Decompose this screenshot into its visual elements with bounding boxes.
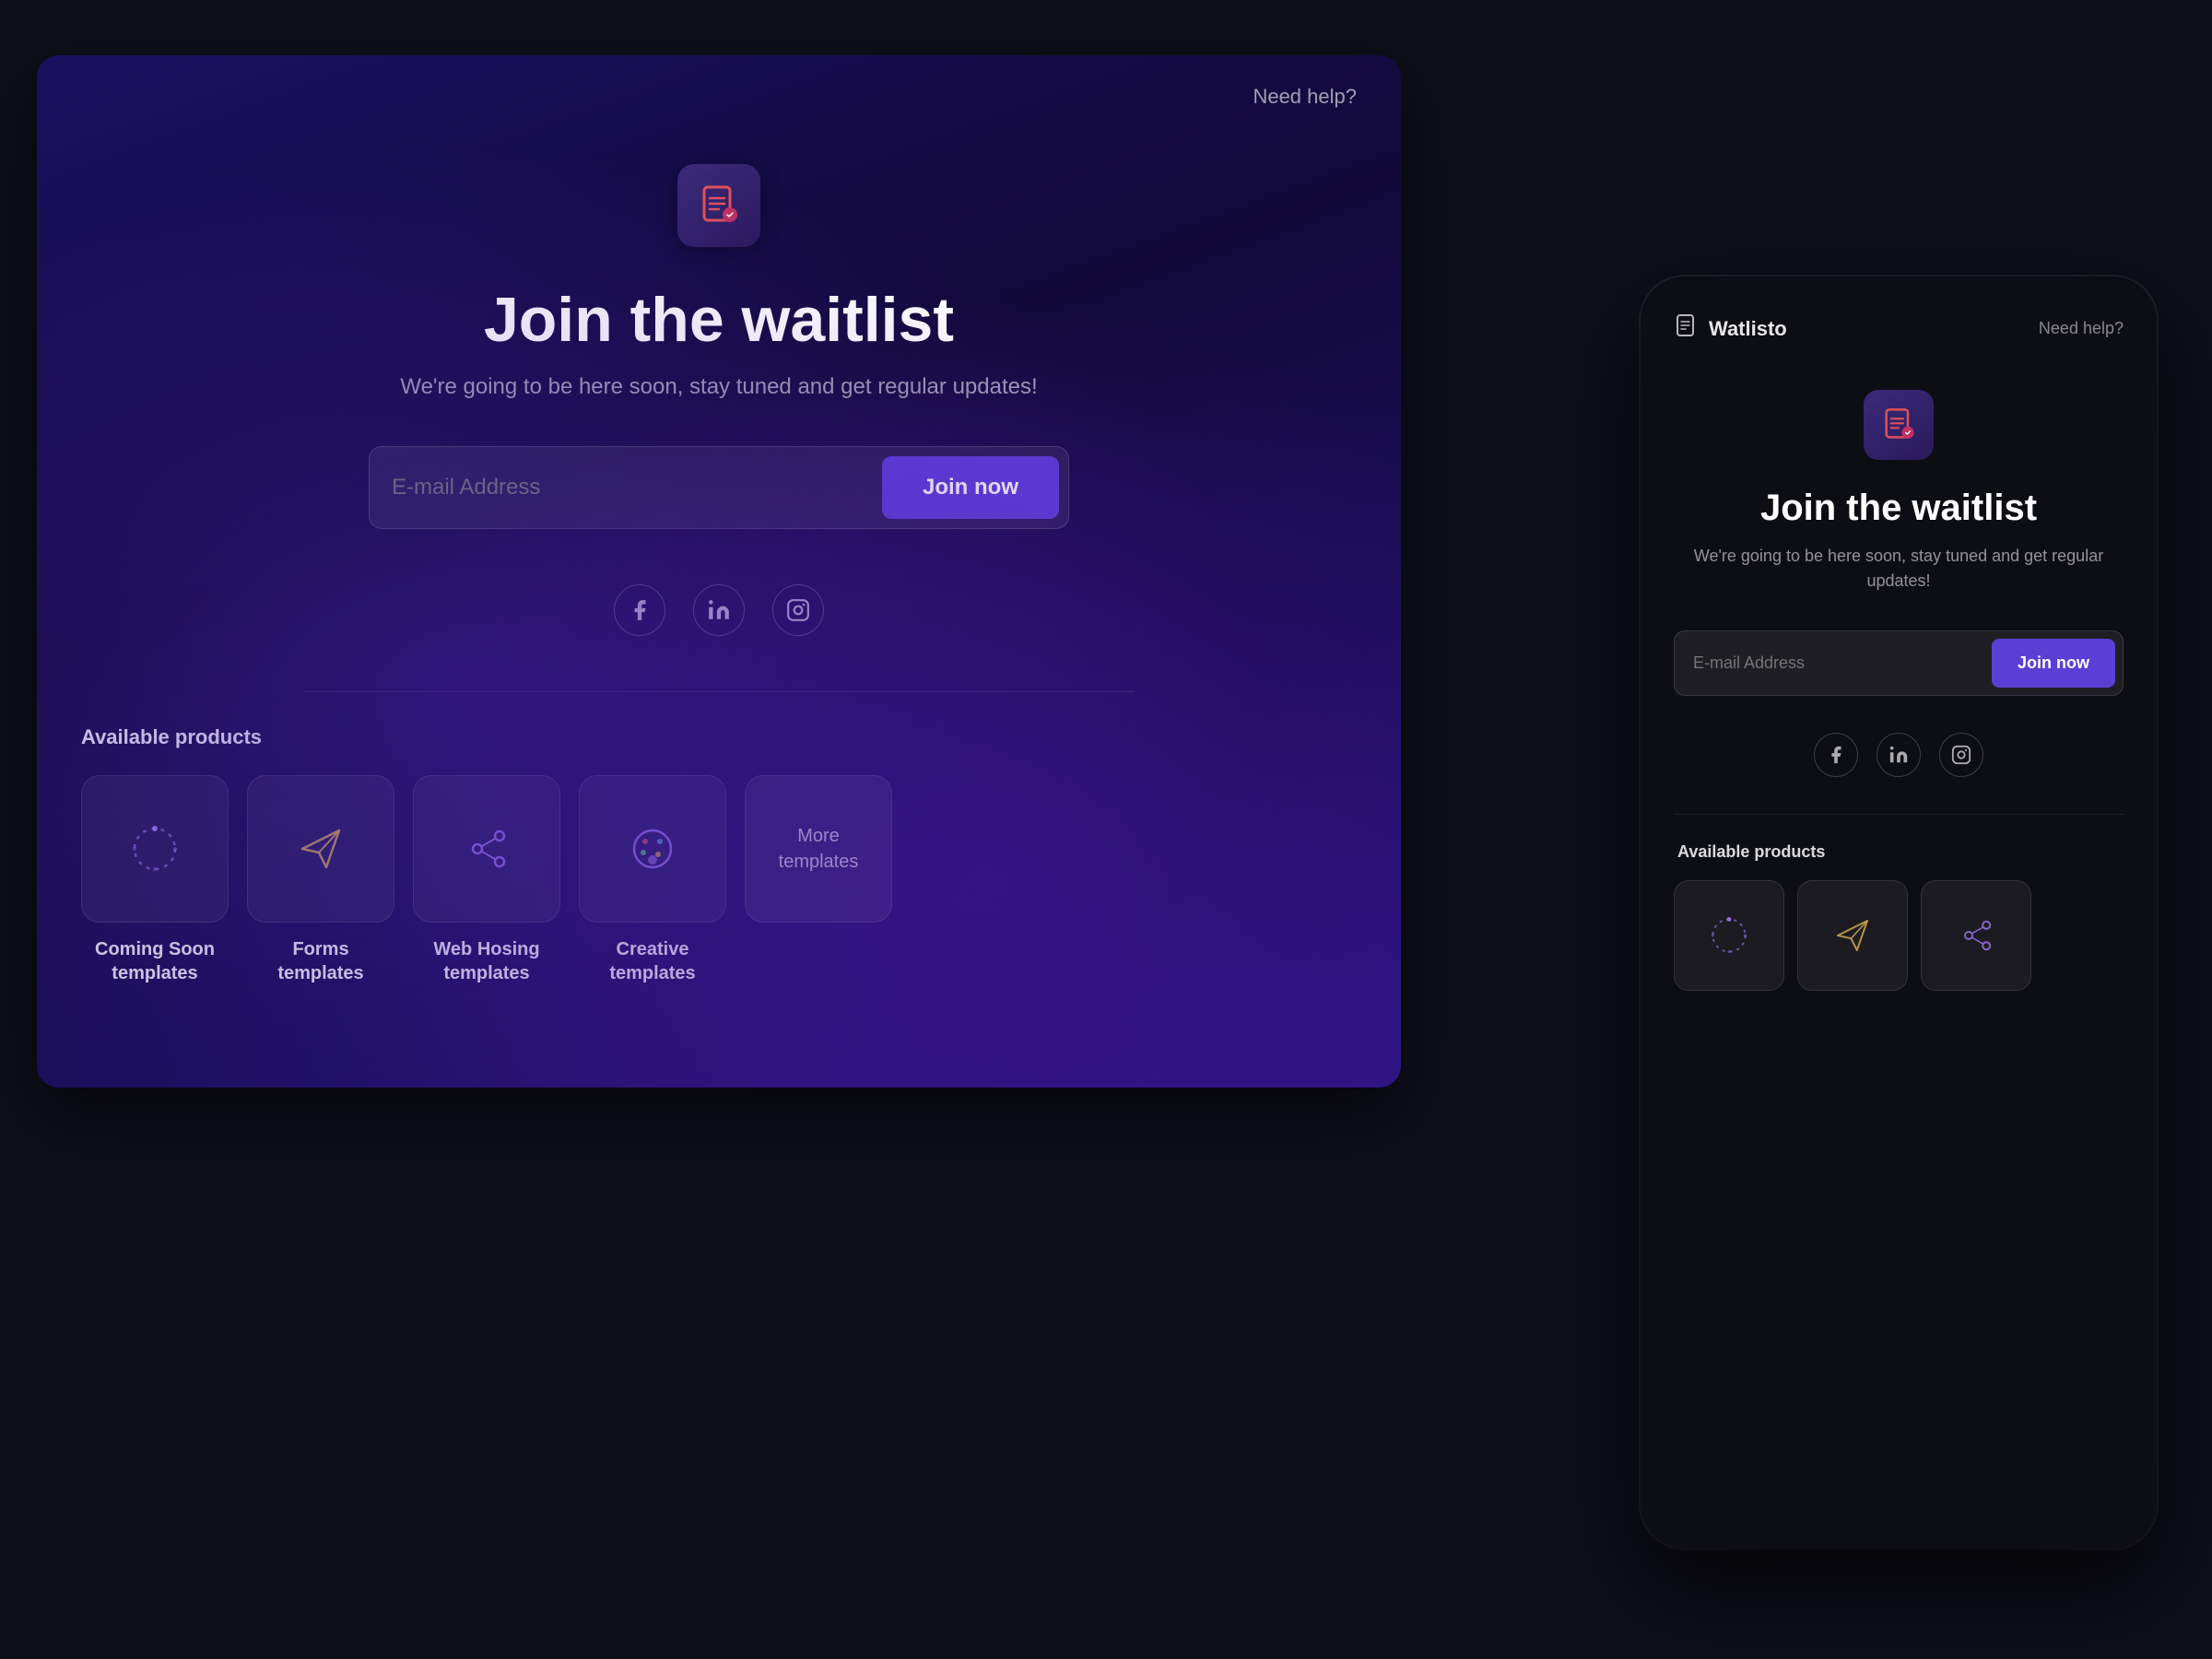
mobile-title: Join the waitlist <box>1760 488 2037 529</box>
instagram-icon <box>786 598 810 622</box>
mobile-email-input[interactable] <box>1693 653 1992 673</box>
mobile-send-icon <box>1830 913 1875 958</box>
mobile-app-logo-icon <box>1674 313 1700 339</box>
share-icon <box>459 821 514 877</box>
web-hosing-card[interactable] <box>413 775 560 923</box>
products-label: Available products <box>81 725 1357 749</box>
mobile-card: Watlisto Need help? Join the waitlist We… <box>1641 276 2157 1548</box>
email-form: Join now <box>369 446 1069 529</box>
app-icon-svg <box>697 183 741 228</box>
mobile-app-icon-svg <box>1880 406 1917 443</box>
mobile-social-icons <box>1814 733 1983 777</box>
mobile-subtitle: We're going to be here soon, stay tuned … <box>1674 544 2124 594</box>
desktop-content: Join the waitlist We're going to be here… <box>37 109 1401 725</box>
mobile-content: Join the waitlist We're going to be here… <box>1641 344 2157 991</box>
mobile-linkedin-button[interactable] <box>1877 733 1921 777</box>
mobile-share-icon <box>1954 913 1998 958</box>
mobile-products: Available products <box>1674 842 2124 991</box>
mobile-loader-icon <box>1707 913 1751 958</box>
desktop-header: Need help? <box>37 55 1401 109</box>
loader-icon <box>127 821 182 877</box>
desktop-title: Join the waitlist <box>484 284 954 356</box>
mobile-instagram-icon <box>1951 745 1971 765</box>
product-item-forms: Formstemplates <box>247 775 394 985</box>
desktop-card: Need help? Join the waitlist We're going… <box>37 55 1401 1088</box>
send-icon <box>293 821 348 877</box>
social-icons <box>614 584 824 636</box>
product-item-creative: Creativetemplates <box>579 775 726 985</box>
product-item-coming-soon: Coming Soontemplates <box>81 775 229 985</box>
facebook-icon-button[interactable] <box>614 584 665 636</box>
palette-icon <box>625 821 680 877</box>
instagram-icon-button[interactable] <box>772 584 824 636</box>
mobile-email-form: Join now <box>1674 630 2124 696</box>
divider <box>304 691 1134 692</box>
mobile-logo-text: Watlisto <box>1709 317 1787 341</box>
more-label: Moretemplates <box>779 823 859 875</box>
coming-soon-card[interactable] <box>81 775 229 923</box>
linkedin-icon-button[interactable] <box>693 584 745 636</box>
mobile-linkedin-icon <box>1888 745 1909 765</box>
desktop-subtitle: We're going to be here soon, stay tuned … <box>400 374 1037 400</box>
mobile-header: Watlisto Need help? <box>1641 276 2157 344</box>
scene: Need help? Join the waitlist We're going… <box>0 0 2212 1659</box>
mobile-logo: Watlisto <box>1674 313 1787 344</box>
coming-soon-label: Coming Soontemplates <box>95 937 215 985</box>
more-card[interactable]: Moretemplates <box>745 775 892 923</box>
product-item-web-hosing: Web Hosingtemplates <box>413 775 560 985</box>
mobile-facebook-button[interactable] <box>1814 733 1858 777</box>
mobile-products-label: Available products <box>1674 842 2124 862</box>
join-button[interactable]: Join now <box>882 456 1059 519</box>
creative-label: Creativetemplates <box>609 937 695 985</box>
mobile-facebook-icon <box>1826 745 1846 765</box>
product-item-more: Moretemplates <box>745 775 892 923</box>
forms-label: Formstemplates <box>277 937 363 985</box>
forms-card[interactable] <box>247 775 394 923</box>
creative-card[interactable] <box>579 775 726 923</box>
need-help-link[interactable]: Need help? <box>1253 85 1357 109</box>
app-icon <box>677 164 760 247</box>
mobile-divider <box>1674 814 2124 815</box>
web-hosing-label: Web Hosingtemplates <box>433 937 539 985</box>
mobile-app-icon <box>1864 390 1934 460</box>
mobile-forms-card[interactable] <box>1797 880 1908 991</box>
mobile-coming-soon-card[interactable] <box>1674 880 1784 991</box>
mobile-instagram-button[interactable] <box>1939 733 1983 777</box>
products-grid: Coming Soontemplates Formstemplates <box>81 775 1357 985</box>
mobile-join-button[interactable]: Join now <box>1992 639 2115 688</box>
facebook-icon <box>628 598 652 622</box>
mobile-need-help[interactable]: Need help? <box>2039 319 2124 338</box>
linkedin-icon <box>707 598 731 622</box>
mobile-logo-icon <box>1674 313 1700 344</box>
products-section: Available products Coming Soontemplates <box>37 725 1401 985</box>
email-input[interactable] <box>392 475 882 500</box>
mobile-web-hosing-card[interactable] <box>1921 880 2031 991</box>
mobile-products-grid <box>1674 880 2124 991</box>
